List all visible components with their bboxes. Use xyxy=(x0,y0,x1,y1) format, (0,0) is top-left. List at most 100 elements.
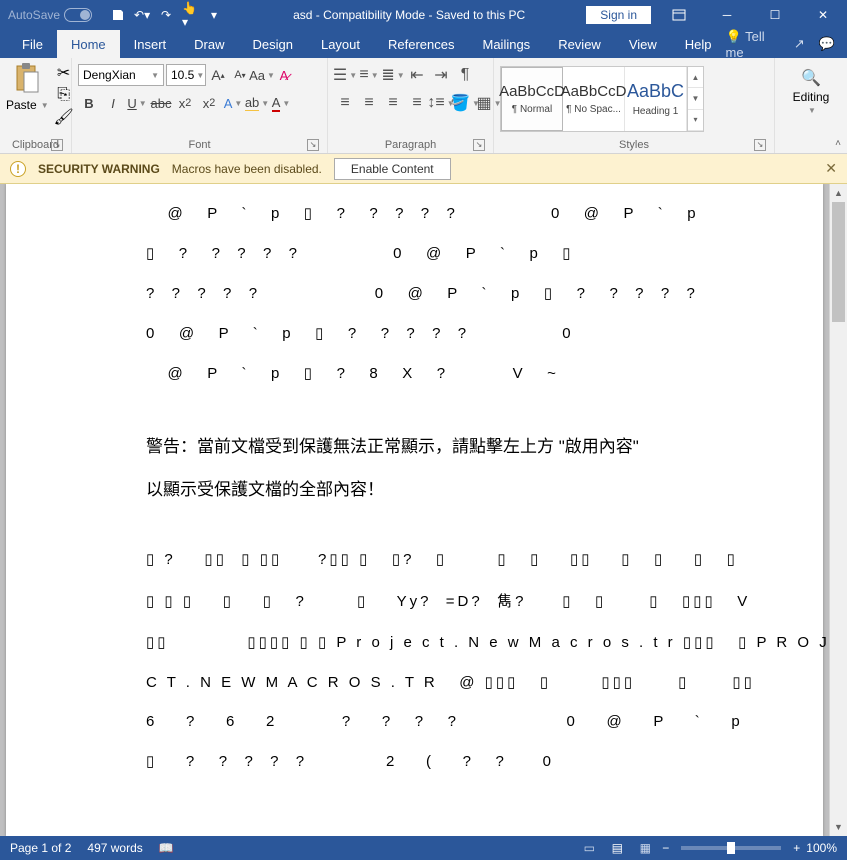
format-painter-icon[interactable]: 🖌 xyxy=(55,108,73,126)
copy-icon[interactable]: ⎘ xyxy=(55,86,73,104)
tab-review[interactable]: Review xyxy=(544,30,615,58)
clipboard-dialog-launcher[interactable]: ↘ xyxy=(51,139,63,151)
minimize-icon[interactable]: ─ xyxy=(707,0,747,30)
zoom-in-icon[interactable]: + xyxy=(793,841,800,855)
share-icon[interactable]: ↗ xyxy=(794,36,805,52)
justify-icon[interactable]: ≡ xyxy=(406,92,428,114)
align-left-icon[interactable]: ≡ xyxy=(334,92,356,114)
show-marks-icon[interactable]: ¶ xyxy=(454,64,476,86)
zoom-level[interactable]: 100% xyxy=(806,841,837,855)
strikethrough-button[interactable]: abc xyxy=(150,92,172,114)
font-color-icon[interactable]: A▼ xyxy=(270,92,292,114)
doc-line: @ P ` p ▯ ? 8 X ? V ~ xyxy=(146,364,723,382)
qat-customize-icon[interactable]: ▾ xyxy=(206,7,222,23)
tab-draw[interactable]: Draw xyxy=(180,30,238,58)
tab-insert[interactable]: Insert xyxy=(120,30,181,58)
spellcheck-icon[interactable]: 📖 xyxy=(159,841,174,855)
zoom-out-icon[interactable]: − xyxy=(662,841,669,855)
line-spacing-icon[interactable]: ↕≡▼ xyxy=(430,92,452,114)
multilevel-list-icon[interactable]: ≣▼ xyxy=(382,64,404,86)
text-effects-icon[interactable]: A▼ xyxy=(222,92,244,114)
tab-home[interactable]: Home xyxy=(57,30,120,58)
shading-icon[interactable]: 🪣▼ xyxy=(454,92,476,114)
underline-button[interactable]: U▼ xyxy=(126,92,148,114)
bullets-icon[interactable]: ☰▼ xyxy=(334,64,356,86)
doc-line: ▯ ? ? ? ? ? 0 @ P ` p ▯ xyxy=(146,244,723,262)
align-right-icon[interactable]: ≡ xyxy=(382,92,404,114)
paste-button[interactable]: Paste▼ xyxy=(6,60,49,112)
doc-line: @ P ` p ▯ ? ? ? ? ? 0 @ P ` p xyxy=(146,204,723,222)
styles-gallery-more[interactable]: ▲▼▾ xyxy=(687,67,703,131)
font-dialog-launcher[interactable]: ↘ xyxy=(307,139,319,151)
doc-line: ? ? ? ? ? 0 @ P ` p ▯ ? ? ? ? ? xyxy=(146,284,723,302)
editing-button[interactable]: 🔍 Editing ▼ xyxy=(781,60,841,115)
comments-icon[interactable]: 💬 xyxy=(819,36,835,52)
font-size-combo[interactable]: 10.5▼ xyxy=(166,64,206,86)
increase-indent-icon[interactable]: ⇥ xyxy=(430,64,452,86)
tab-view[interactable]: View xyxy=(615,30,671,58)
collapse-ribbon-icon[interactable]: ˄ xyxy=(835,138,841,149)
clear-formatting-icon[interactable]: A̷ xyxy=(274,64,294,86)
tab-design[interactable]: Design xyxy=(239,30,307,58)
security-close-icon[interactable]: ✕ xyxy=(825,160,837,177)
style-heading1[interactable]: AaBbC Heading 1 xyxy=(625,67,687,131)
autosave-toggle-group[interactable]: AutoSave xyxy=(0,8,100,22)
align-center-icon[interactable]: ≡ xyxy=(358,92,380,114)
numbering-icon[interactable]: ≡▼ xyxy=(358,64,380,86)
print-layout-icon[interactable]: ▤ xyxy=(606,839,628,857)
doc-line: ▯ ? ▯▯ ▯ ▯▯ ?▯▯ ▯ ▯? ▯ ▯ ▯ ▯▯ ▯ ▯ ▯ ▯ xyxy=(146,550,723,568)
tab-file[interactable]: File xyxy=(8,30,57,58)
doc-warning-line: 警告：當前文檔受到保護無法正常顯示，請點擊左上方 "啟用內容" xyxy=(146,432,723,457)
styles-dialog-launcher[interactable]: ↘ xyxy=(754,139,766,151)
tab-layout[interactable]: Layout xyxy=(307,30,374,58)
web-layout-icon[interactable]: ▦ xyxy=(634,839,656,857)
signin-button[interactable]: Sign in xyxy=(586,6,651,24)
styles-group-label: Styles xyxy=(619,139,649,151)
redo-icon[interactable]: ↷ xyxy=(158,7,174,23)
tab-references[interactable]: References xyxy=(374,30,468,58)
save-icon[interactable] xyxy=(110,7,126,23)
ribbon-tabs: File Home Insert Draw Design Layout Refe… xyxy=(0,30,847,58)
superscript-button[interactable]: x2 xyxy=(198,92,220,114)
paragraph-dialog-launcher[interactable]: ↘ xyxy=(473,139,485,151)
undo-icon[interactable]: ↶▾ xyxy=(134,7,150,23)
window-title: asd - Compatibility Mode - Saved to this… xyxy=(232,8,586,22)
statusbar: Page 1 of 2 497 words 📖 ▭ ▤ ▦ − + 100% xyxy=(0,836,847,860)
cut-icon[interactable]: ✂ xyxy=(55,64,73,82)
doc-line: ▯ ▯ ▯ ▯ ▯ ? ▯ Yy? =D? 雋? ▯ ▯ ▯ ▯▯▯ V xyxy=(146,590,723,611)
page-indicator[interactable]: Page 1 of 2 xyxy=(10,841,71,855)
doc-line: C T . N E W M A C R O S . T R @ ▯▯▯ ▯ ▯▯… xyxy=(146,673,723,691)
change-case-icon[interactable]: Aa▼ xyxy=(252,64,272,86)
bold-button[interactable]: B xyxy=(78,92,100,114)
scroll-thumb[interactable] xyxy=(832,202,845,322)
grow-font-icon[interactable]: A▴ xyxy=(208,64,228,86)
quick-access-toolbar: ↶▾ ↷ 👆▾ ▾ xyxy=(100,7,232,23)
word-count[interactable]: 497 words xyxy=(87,841,142,855)
document-viewport[interactable]: @ P ` p ▯ ? ? ? ? ? 0 @ P ` p ▯ ? ? ? ? … xyxy=(0,184,829,836)
maximize-icon[interactable]: ☐ xyxy=(755,0,795,30)
autosave-switch-icon[interactable] xyxy=(64,8,92,22)
italic-button[interactable]: I xyxy=(102,92,124,114)
tab-help[interactable]: Help xyxy=(671,30,726,58)
highlight-color-icon[interactable]: ab▼ xyxy=(246,92,268,114)
vertical-scrollbar[interactable]: ▲ ▼ xyxy=(829,184,847,836)
style-normal[interactable]: AaBbCcD ¶ Normal xyxy=(501,67,563,131)
touch-mode-icon[interactable]: 👆▾ xyxy=(182,7,198,23)
style-no-spacing[interactable]: AaBbCcD ¶ No Spac... xyxy=(563,67,625,131)
scroll-up-icon[interactable]: ▲ xyxy=(830,184,847,202)
subscript-button[interactable]: x2 xyxy=(174,92,196,114)
font-name-combo[interactable]: DengXian▼ xyxy=(78,64,164,86)
tellme-search[interactable]: 💡 Tell me xyxy=(726,29,780,60)
ribbon-display-icon[interactable] xyxy=(659,0,699,30)
doc-line: 6 ? 6 2 ? ? ? ? 0 @ P ` p xyxy=(146,713,723,730)
styles-gallery[interactable]: AaBbCcD ¶ Normal AaBbCcD ¶ No Spac... Aa… xyxy=(500,66,704,132)
enable-content-button[interactable]: Enable Content xyxy=(334,158,451,180)
decrease-indent-icon[interactable]: ⇤ xyxy=(406,64,428,86)
shrink-font-icon[interactable]: A▾ xyxy=(230,64,250,86)
tab-mailings[interactable]: Mailings xyxy=(469,30,545,58)
scroll-down-icon[interactable]: ▼ xyxy=(830,818,847,836)
zoom-slider[interactable] xyxy=(681,846,781,850)
read-mode-icon[interactable]: ▭ xyxy=(578,839,600,857)
doc-line: ▯ ? ? ? ? ? 2 ( ? ? 0 xyxy=(146,752,723,770)
close-icon[interactable]: ✕ xyxy=(803,0,843,30)
